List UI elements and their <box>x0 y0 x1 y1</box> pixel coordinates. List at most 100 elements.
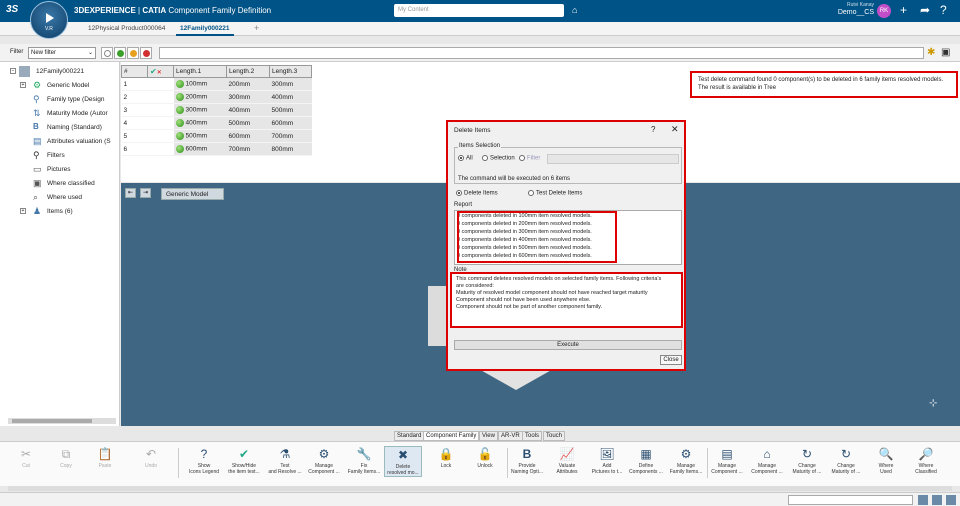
paste-button[interactable]: 📋 Paste <box>86 446 124 469</box>
add-icon[interactable]: + <box>900 3 907 17</box>
all-radio[interactable]: All <box>458 155 473 162</box>
tab-tools[interactable]: Tools <box>522 431 543 441</box>
table-row[interactable]: 3 300mm 400mm 500mm <box>121 103 312 117</box>
fix-family-items-button[interactable]: 🔧 Fix Family Items... <box>345 446 383 475</box>
delete-resolved-models-button[interactable]: ✖ Delete resolved mo... <box>384 446 422 477</box>
change-maturity-button[interactable]: ↻ Change Maturity of ... <box>788 446 826 475</box>
add-pictures-button[interactable]: 🖼 Add Pictures to t... <box>588 446 626 475</box>
note-line: Maturity of resolved model component sho… <box>456 290 648 296</box>
scroll-thumb[interactable] <box>12 419 92 423</box>
status-icon[interactable] <box>946 495 956 505</box>
test-delete-notification: Test delete command found 0 component(s)… <box>690 71 958 98</box>
action-label: Undo <box>145 463 157 469</box>
row-index: 2 <box>121 90 148 104</box>
manage-component-button[interactable]: ⚙ Manage Component ... <box>305 446 343 475</box>
filter-text-input[interactable] <box>159 47 924 59</box>
status-icon[interactable] <box>918 495 928 505</box>
cube-model-face[interactable] <box>477 368 555 390</box>
table-row[interactable]: 2 200mm 300mm 400mm <box>121 90 312 104</box>
filter-select[interactable]: New filter ⌄ <box>28 47 96 59</box>
filter-combo[interactable] <box>547 154 679 164</box>
copy-button[interactable]: ⧉ Copy <box>47 446 85 469</box>
table-row[interactable]: 1 100mm 200mm 300mm <box>121 77 312 91</box>
search-input[interactable]: My Content <box>394 4 564 17</box>
valuate-attributes-button[interactable]: 📈 Valuate Attributes <box>548 446 586 475</box>
filter-all-button[interactable] <box>101 47 113 59</box>
where-used-button[interactable]: 🔍 Where Used <box>867 446 905 475</box>
column-header-length1[interactable]: Length.1 <box>173 65 227 78</box>
tag-icon[interactable]: ⌂ <box>572 5 582 15</box>
action-label: the item test... <box>228 469 260 475</box>
collapse-icon[interactable]: − <box>10 68 16 74</box>
help-icon[interactable]: ? <box>940 3 947 17</box>
action-bar-scrollbar[interactable] <box>8 486 952 491</box>
collapse-panel-icon[interactable]: ⇤ <box>125 188 136 198</box>
add-tab-icon[interactable]: + <box>254 23 259 33</box>
execute-button[interactable]: Execute <box>454 340 682 350</box>
filter-red-button[interactable] <box>140 47 152 59</box>
table-row[interactable]: 6 600mm 700mm 800mm <box>121 142 312 156</box>
tab-family[interactable]: 12Family000221 <box>176 23 234 36</box>
row-index: 4 <box>121 116 148 130</box>
column-header-index[interactable]: # <box>121 65 148 78</box>
undo-button[interactable]: ↶ Undo <box>132 446 170 469</box>
compass[interactable]: V.R <box>30 1 68 39</box>
tab-component-family[interactable]: Component Family <box>423 431 480 441</box>
selection-radio[interactable]: Selection <box>482 155 515 162</box>
cell-length2: 600mm <box>226 129 270 143</box>
filter-orange-button[interactable] <box>127 47 139 59</box>
provide-naming-options-button[interactable]: B Provide Naming Opti... <box>508 446 546 475</box>
magnifier-icon: ⚲ <box>33 150 40 160</box>
column-header-status[interactable]: ✔✕ <box>147 65 174 78</box>
cell-length2: 500mm <box>226 116 270 130</box>
table-row[interactable]: 5 500mm 600mm 700mm <box>121 129 312 143</box>
where-used-icon: 🔍 <box>878 447 894 461</box>
expand-panel-icon[interactable]: ⇥ <box>140 188 151 198</box>
manage-family-items-button[interactable]: ⚙ Manage Family Items... <box>667 446 705 475</box>
cube-model[interactable] <box>428 286 447 346</box>
save-filter-icon[interactable]: ▣ <box>941 47 953 59</box>
lock-button[interactable]: 🔒 Lock <box>427 446 465 469</box>
where-classified-button[interactable]: 🔎 Where Classified <box>907 446 945 475</box>
row-index: 5 <box>121 129 148 143</box>
green-status-icon <box>117 50 124 57</box>
manage-component-button-3[interactable]: ⌂ Manage Component ... <box>748 446 786 475</box>
row-index: 1 <box>121 77 148 91</box>
unlock-button[interactable]: 🔓 Unlock <box>466 446 504 469</box>
tab-view[interactable]: View <box>479 431 498 441</box>
show-icons-legend-button[interactable]: ? Show Icons Legend <box>185 446 223 475</box>
share-icon[interactable]: ➦ <box>920 3 930 17</box>
apply-filter-icon[interactable]: ✱ <box>927 47 939 59</box>
command-input[interactable] <box>788 495 913 505</box>
filter-radio[interactable]: Filter <box>519 155 540 162</box>
avatar[interactable]: RK <box>877 4 891 18</box>
expand-icon[interactable]: + <box>20 82 26 88</box>
cut-button[interactable]: ✂ Cut <box>7 446 45 469</box>
expand-icon[interactable]: + <box>20 208 26 214</box>
column-header-length3[interactable]: Length.3 <box>269 65 312 78</box>
3ds-logo[interactable]: 3S <box>6 4 18 15</box>
column-header-length2[interactable]: Length.2 <box>226 65 270 78</box>
test-delete-items-radio[interactable]: Test Delete Items <box>528 190 582 197</box>
close-button[interactable]: Close <box>660 355 682 365</box>
user-info[interactable]: Rutvi Kanay Demo__CS <box>816 2 874 16</box>
workspace-selector[interactable]: Demo__CS <box>816 9 874 16</box>
change-maturity-button-2[interactable]: ↻ Change Maturity of ... <box>827 446 865 475</box>
manage-component-button-2[interactable]: ▤ Manage Component ... <box>708 446 746 475</box>
tab-ar-vr[interactable]: AR-VR <box>498 431 523 441</box>
help-icon[interactable]: ? <box>651 125 655 134</box>
status-icon[interactable] <box>932 495 942 505</box>
tree-horizontal-scrollbar[interactable] <box>8 418 116 424</box>
tab-standard[interactable]: Standard <box>394 431 425 441</box>
tab-physical-product[interactable]: 12Physical Product000064 <box>84 23 169 36</box>
test-and-resolve-button[interactable]: ⚗ Test and Resolve ... <box>266 446 304 475</box>
define-components-button[interactable]: ▦ Define Components ... <box>627 446 665 475</box>
maturity-icon: ↻ <box>840 447 852 461</box>
close-icon[interactable]: ✕ <box>671 124 679 135</box>
table-row[interactable]: 4 400mm 500mm 600mm <box>121 116 312 130</box>
tab-touch[interactable]: Touch <box>543 431 566 441</box>
show-hide-item-test-button[interactable]: ✔ Show/Hide the item test... <box>225 446 263 475</box>
cell-value: 200mm <box>185 93 208 101</box>
delete-items-radio[interactable]: Delete Items <box>456 190 498 197</box>
filter-green-button[interactable] <box>114 47 126 59</box>
